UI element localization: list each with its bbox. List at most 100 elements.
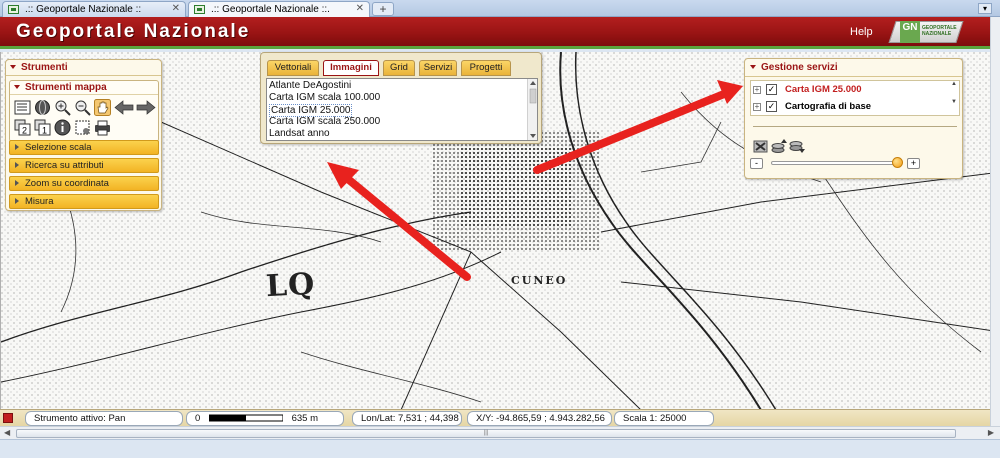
map-tools-title: Strumenti mappa (25, 82, 107, 93)
scale-readout: Scala 1: 25000 (614, 411, 714, 426)
zoom-out-icon[interactable] (74, 99, 91, 116)
zoom-in-icon[interactable] (54, 99, 71, 116)
map-tools-box: Strumenti mappa 2 1 (9, 80, 159, 142)
new-tab-button[interactable]: + (372, 2, 394, 16)
scale-bar-graphic (208, 414, 284, 422)
tab-vettoriali[interactable]: Vettoriali (267, 60, 319, 76)
site-title: Geoportale Nazionale (16, 21, 251, 42)
accordion-misura[interactable]: Misura (9, 194, 159, 209)
expand-icon (15, 144, 19, 151)
browser-tab-label: .:: Geoportale Nazionale ::. (211, 4, 330, 15)
layer-row-base[interactable]: + ✓ Cartografia di base (751, 99, 949, 115)
browser-tab-strip: .:: Geoportale Nazionale :: ✕ .:: Geopor… (0, 0, 1000, 17)
tools-panel: Strumenti Strumenti mappa 2 1 Selezione … (5, 59, 162, 211)
services-panel: Gestione servizi + ✓ Carta IGM 25.000 + … (744, 58, 963, 179)
list-item[interactable]: Landsat anno (269, 128, 330, 139)
image-layer-list: Atlante DeAgostini Carta IGM scala 100.0… (266, 78, 538, 141)
opacity-increase-button[interactable]: + (907, 158, 920, 169)
close-tab-icon[interactable]: ✕ (172, 3, 180, 14)
tab-list-dropdown-icon[interactable]: ▾ (978, 3, 992, 14)
pan-hand-icon[interactable] (94, 99, 111, 116)
layer-catalog-panel: Vettoriali Immagini Grid Servizi Progett… (260, 52, 542, 144)
site-header: Geoportale Nazionale Help GN GEOPORTALE … (0, 17, 1000, 49)
horizontal-scrollbar[interactable]: ◀ ||| ▶ (0, 426, 1000, 439)
opacity-decrease-button[interactable]: - (750, 158, 763, 169)
services-panel-header[interactable]: Gestione servizi (745, 59, 962, 77)
info-icon[interactable] (54, 119, 71, 136)
scale-bar-start: 0 (195, 413, 201, 424)
xy-readout: X/Y: -94.865,59 ; 4.943.282,56 (467, 411, 612, 426)
accordion-label: Ricerca su attributi (25, 160, 104, 171)
lonlat-readout: Lon/Lat: 7,531 ; 44,398 (352, 411, 462, 426)
vertical-scrollbar[interactable] (990, 17, 1000, 426)
expand-node-icon[interactable]: + (753, 103, 761, 111)
accordion-label: Zoom su coordinata (25, 178, 109, 189)
accordion-label: Selezione scala (25, 142, 92, 153)
active-tool-status: Strumento attivo: Pan (25, 411, 183, 426)
divider (753, 126, 957, 127)
expand-node-icon[interactable]: + (753, 86, 761, 94)
accordion-selezione-scala[interactable]: Selezione scala (9, 140, 159, 155)
tab-progetti[interactable]: Progetti (461, 60, 511, 76)
svg-text:2: 2 (22, 126, 27, 136)
scroll-down-icon[interactable]: ▼ (949, 99, 959, 105)
accordion-label: Misura (25, 196, 54, 207)
list-item[interactable]: Carta IGM scala 100.000 (269, 92, 380, 103)
scroll-left-icon[interactable]: ◀ (4, 428, 10, 437)
expand-icon (15, 162, 19, 169)
accordion-ricerca-attributi[interactable]: Ricerca su attributi (9, 158, 159, 173)
browser-tab-2[interactable]: .:: Geoportale Nazionale ::. ✕ (188, 1, 370, 17)
svg-text:1: 1 (42, 126, 47, 136)
close-tab-icon[interactable]: ✕ (356, 3, 364, 14)
help-link[interactable]: Help (850, 26, 873, 38)
scale-bar: 0 635 m (186, 411, 344, 426)
list-item[interactable]: Atlante DeAgostini (269, 80, 351, 91)
scroll-up-icon[interactable]: ▲ (949, 81, 959, 87)
collapse-icon (10, 65, 16, 70)
tools-panel-title: Strumenti (21, 62, 68, 73)
browser-tab-label: .:: Geoportale Nazionale :: (25, 4, 142, 15)
status-bar: Strumento attivo: Pan 0 635 m Lon/Lat: 7… (0, 409, 1000, 426)
scale-bar-end: 635 m (291, 413, 318, 424)
scrollbar-arrows-icon (529, 81, 537, 138)
layer-checkbox[interactable]: ✓ (766, 84, 777, 95)
layers-scrollbar[interactable]: ▲ ▼ (949, 81, 959, 115)
tools-panel-header[interactable]: Strumenti (6, 60, 161, 76)
window-bottom-bar (0, 439, 1000, 458)
expand-icon (15, 180, 19, 187)
browser-tab-1[interactable]: .:: Geoportale Nazionale :: ✕ (2, 1, 186, 17)
map-tools-header[interactable]: Strumenti mappa (10, 81, 158, 95)
active-layers-list: + ✓ Carta IGM 25.000 + ✓ Cartografia di … (750, 80, 960, 116)
layers-2-icon[interactable]: 2 (14, 119, 31, 136)
map-label-city: CUNEO (511, 274, 568, 287)
tab-servizi[interactable]: Servizi (419, 60, 457, 76)
move-layer-down-icon[interactable] (789, 138, 805, 154)
globe-icon[interactable] (34, 99, 51, 116)
logo-text: GEOPORTALE NAZIONALE (922, 25, 957, 37)
scroll-right-icon[interactable]: ▶ (988, 428, 994, 437)
forward-arrow-icon[interactable] (136, 99, 156, 116)
legend-icon[interactable] (14, 99, 31, 116)
scrollbar-thumb[interactable]: ||| (16, 429, 956, 438)
collapse-icon (14, 85, 20, 90)
accordion-zoom-coordinata[interactable]: Zoom su coordinata (9, 176, 159, 191)
services-panel-title: Gestione servizi (761, 62, 838, 73)
move-layer-up-icon[interactable] (771, 138, 787, 154)
list-scrollbar[interactable] (527, 79, 537, 140)
back-arrow-icon[interactable] (114, 99, 134, 116)
layer-row-igm[interactable]: + ✓ Carta IGM 25.000 (751, 82, 949, 98)
remove-layer-icon[interactable] (753, 138, 769, 154)
list-item[interactable]: Carta IGM scala 250.000 (269, 116, 380, 127)
tab-immagini[interactable]: Immagini (323, 60, 379, 76)
tab-grid[interactable]: Grid (383, 60, 415, 76)
slider-handle[interactable] (892, 157, 904, 168)
map-label-lq: LQ (265, 266, 317, 305)
zoom-box-icon[interactable] (74, 119, 91, 136)
print-icon[interactable] (94, 119, 111, 136)
layer-checkbox[interactable]: ✓ (766, 101, 777, 112)
opacity-slider[interactable] (771, 157, 904, 168)
browser-window: .:: Geoportale Nazionale :: ✕ .:: Geopor… (0, 0, 1000, 458)
collapse-icon (750, 65, 756, 70)
page-favicon (194, 5, 205, 14)
layers-1-icon[interactable]: 1 (34, 119, 51, 136)
